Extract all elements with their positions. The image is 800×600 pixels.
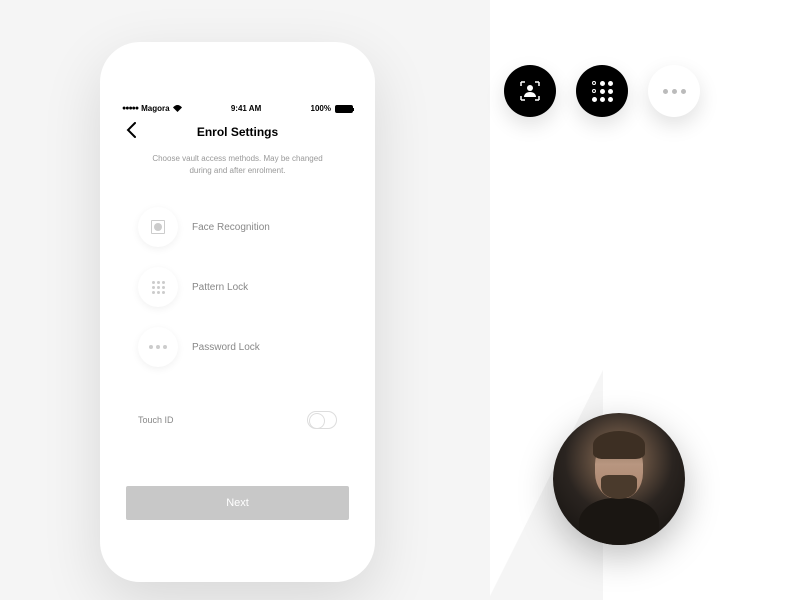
status-bar: ●●●●● Magora 9:41 AM 100%	[114, 100, 361, 115]
page-title: Enrol Settings	[126, 125, 349, 139]
phone-screen: ●●●●● Magora 9:41 AM 100% Enrol Settings…	[114, 100, 361, 532]
description-text: Choose vault access methods. May be chan…	[114, 153, 361, 187]
wifi-icon	[173, 105, 182, 112]
option-label: Face Recognition	[192, 222, 270, 233]
navigation-bar: Enrol Settings	[114, 115, 361, 153]
badge-row	[504, 65, 700, 117]
carrier-label: Magora	[141, 104, 169, 113]
option-password-lock[interactable]: Password Lock	[138, 317, 337, 377]
badge-face-recognition[interactable]	[504, 65, 556, 117]
face-recognition-icon	[518, 79, 542, 103]
avatar	[553, 413, 685, 545]
face-recognition-icon	[138, 207, 178, 247]
option-label: Password Lock	[192, 342, 260, 353]
touch-id-row: Touch ID	[114, 387, 361, 443]
battery-label: 100%	[311, 104, 331, 113]
signal-icon: ●●●●●	[122, 105, 138, 112]
option-label: Pattern Lock	[192, 282, 248, 293]
badge-password-lock[interactable]	[648, 65, 700, 117]
back-button[interactable]	[126, 122, 136, 143]
password-lock-icon	[138, 327, 178, 367]
option-face-recognition[interactable]: Face Recognition	[138, 197, 337, 257]
next-button[interactable]: Next	[126, 486, 349, 520]
pattern-lock-icon	[138, 267, 178, 307]
password-lock-icon	[663, 89, 686, 94]
phone-mockup: ●●●●● Magora 9:41 AM 100% Enrol Settings…	[100, 42, 375, 582]
time-label: 9:41 AM	[231, 104, 261, 113]
badge-pattern-lock[interactable]	[576, 65, 628, 117]
pattern-lock-icon	[592, 81, 613, 102]
next-button-label: Next	[226, 497, 249, 509]
options-list: Face Recognition Pattern Lock Password L…	[114, 187, 361, 387]
touch-id-label: Touch ID	[138, 415, 174, 425]
option-pattern-lock[interactable]: Pattern Lock	[138, 257, 337, 317]
touch-id-toggle[interactable]	[307, 411, 337, 429]
battery-icon	[335, 105, 353, 113]
